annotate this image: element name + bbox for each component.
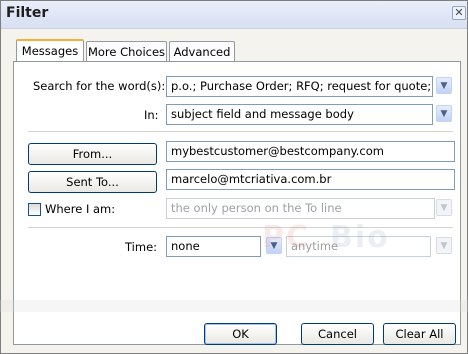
sent-to-button[interactable]: Sent To... — [28, 171, 157, 193]
tab-advanced[interactable]: Advanced — [169, 41, 235, 63]
where-i-am-label: Where I am: — [45, 202, 116, 216]
time-select[interactable]: none — [166, 236, 261, 257]
chevron-down-icon[interactable]: ▼ — [436, 77, 452, 94]
dialog-title: Filter — [6, 5, 49, 21]
chevron-down-icon: ▼ — [436, 237, 452, 254]
close-icon[interactable]: ✕ — [452, 6, 466, 20]
sent-to-field[interactable]: marcelo@mtcriativa.com.br — [166, 169, 455, 190]
time-label: Time: — [125, 240, 158, 254]
where-i-am-checkbox[interactable] — [28, 203, 41, 216]
from-field[interactable]: mybestcustomer@bestcompany.com — [166, 141, 455, 162]
chevron-down-icon[interactable]: ▼ — [436, 105, 452, 122]
search-words-label: Search for the word(s): — [33, 79, 166, 93]
tab-more-choices[interactable]: More Choices — [86, 41, 167, 63]
where-i-am-select[interactable]: the only person on the To line — [166, 198, 435, 219]
watermark-band — [0, 300, 468, 312]
cancel-button[interactable]: Cancel — [301, 323, 374, 345]
from-button[interactable]: From... — [28, 143, 157, 165]
tab-messages[interactable]: Messages — [16, 39, 84, 63]
watermark-logo: Bio — [330, 220, 390, 255]
search-in-label: In: — [144, 108, 159, 122]
search-words-input[interactable]: p.o.; Purchase Order; RFQ; request for q… — [166, 76, 433, 97]
ok-button[interactable]: OK — [204, 323, 277, 345]
chevron-down-icon: ▼ — [436, 199, 452, 216]
clear-all-button[interactable]: Clear All — [383, 323, 456, 345]
separator — [28, 131, 453, 132]
search-in-select[interactable]: subject field and message body — [166, 104, 433, 125]
title-bar — [1, 1, 467, 29]
watermark-logo: PC — [262, 220, 311, 255]
